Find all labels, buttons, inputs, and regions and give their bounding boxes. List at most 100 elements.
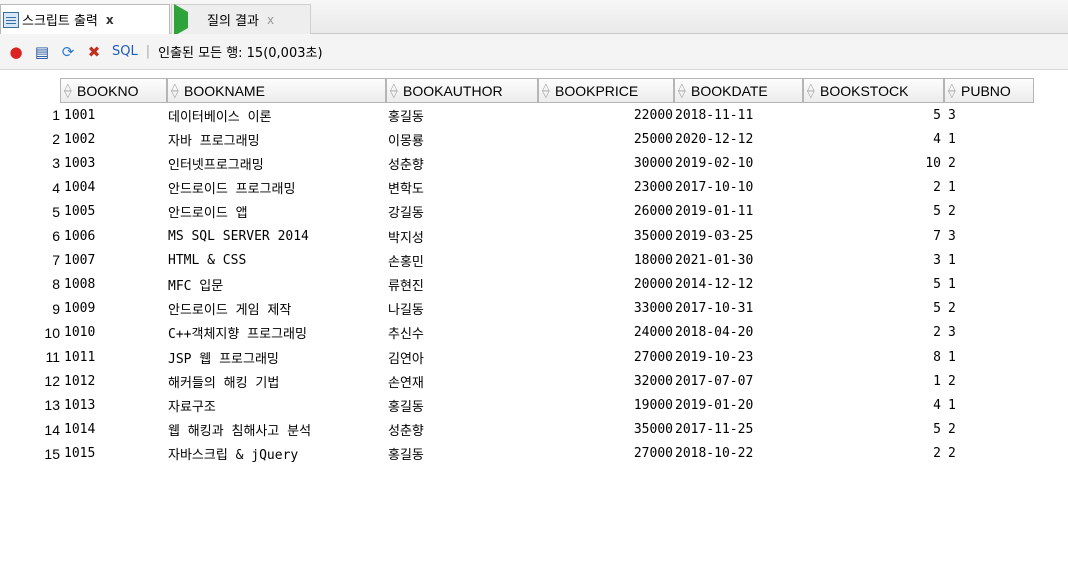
cell-bookstock[interactable]: 8 bbox=[804, 345, 941, 369]
cell-bookprice[interactable]: 27000 bbox=[540, 345, 673, 369]
cell-bookprice[interactable]: 33000 bbox=[540, 297, 673, 321]
cell-bookdate[interactable]: 2019-10-23 bbox=[675, 345, 753, 369]
cell-bookprice[interactable]: 35000 bbox=[540, 418, 673, 442]
cell-pubno[interactable]: 1 bbox=[948, 345, 956, 369]
refresh-icon[interactable]: ⟳ bbox=[58, 42, 78, 62]
cell-bookprice[interactable]: 19000 bbox=[540, 393, 673, 417]
cell-bookno[interactable]: 1007 bbox=[64, 248, 95, 272]
cell-bookno[interactable]: 1014 bbox=[64, 418, 95, 442]
table-row[interactable]: 10 1010 C++객체지향 프로그래밍 추신수 24000 2018-04-… bbox=[0, 321, 1040, 345]
print-icon[interactable]: ▤ bbox=[32, 42, 52, 62]
tab-script-output-close-icon[interactable]: x bbox=[106, 13, 114, 27]
cell-bookno[interactable]: 1001 bbox=[64, 103, 95, 127]
cell-bookname[interactable]: 안드로이드 프로그래밍 bbox=[168, 176, 295, 200]
cell-bookno[interactable]: 1012 bbox=[64, 369, 95, 393]
cell-bookno[interactable]: 1010 bbox=[64, 321, 95, 345]
tab-query-result-close-icon[interactable]: x bbox=[267, 13, 274, 27]
cell-bookauthor[interactable]: 박지성 bbox=[388, 224, 424, 248]
cell-bookstock[interactable]: 5 bbox=[804, 418, 941, 442]
cell-bookstock[interactable]: 5 bbox=[804, 200, 941, 224]
cell-bookstock[interactable]: 4 bbox=[804, 393, 941, 417]
cell-bookno[interactable]: 1009 bbox=[64, 297, 95, 321]
cell-bookstock[interactable]: 4 bbox=[804, 127, 941, 151]
cell-bookprice[interactable]: 27000 bbox=[540, 442, 673, 466]
cell-bookname[interactable]: C++객체지향 프로그래밍 bbox=[168, 321, 307, 345]
cell-bookprice[interactable]: 22000 bbox=[540, 103, 673, 127]
cell-bookstock[interactable]: 5 bbox=[804, 272, 941, 296]
cell-bookdate[interactable]: 2018-04-20 bbox=[675, 321, 753, 345]
column-header-bookno[interactable]: △ ▽ BOOKNO bbox=[60, 78, 167, 103]
cell-bookprice[interactable]: 18000 bbox=[540, 248, 673, 272]
cell-bookstock[interactable]: 5 bbox=[804, 103, 941, 127]
table-row[interactable]: 4 1004 안드로이드 프로그래밍 변학도 23000 2017-10-10 … bbox=[0, 176, 1040, 200]
pin-icon[interactable]: ● bbox=[6, 42, 26, 62]
cell-bookstock[interactable]: 1 bbox=[804, 369, 941, 393]
table-row[interactable]: 15 1015 자바스크립 & jQuery 홍길동 27000 2018-10… bbox=[0, 442, 1040, 466]
cell-pubno[interactable]: 2 bbox=[948, 297, 956, 321]
cell-bookno[interactable]: 1008 bbox=[64, 272, 95, 296]
cell-bookno[interactable]: 1002 bbox=[64, 127, 95, 151]
clear-icon[interactable]: ✖ bbox=[84, 42, 104, 62]
cell-pubno[interactable]: 3 bbox=[948, 321, 956, 345]
cell-bookstock[interactable]: 5 bbox=[804, 297, 941, 321]
cell-pubno[interactable]: 1 bbox=[948, 393, 956, 417]
sql-button[interactable]: SQL bbox=[112, 44, 138, 59]
cell-bookprice[interactable]: 23000 bbox=[540, 176, 673, 200]
cell-bookprice[interactable]: 30000 bbox=[540, 151, 673, 175]
cell-pubno[interactable]: 2 bbox=[948, 369, 956, 393]
table-row[interactable]: 5 1005 안드로이드 앱 강길동 26000 2019-01-11 5 2 bbox=[0, 200, 1040, 224]
tab-query-result[interactable]: 질의 결과 x bbox=[171, 3, 311, 36]
cell-bookstock[interactable]: 2 bbox=[804, 176, 941, 200]
cell-bookname[interactable]: 자료구조 bbox=[168, 393, 216, 417]
cell-bookstock[interactable]: 2 bbox=[804, 442, 941, 466]
cell-bookno[interactable]: 1011 bbox=[64, 345, 95, 369]
cell-bookdate[interactable]: 2014-12-12 bbox=[675, 272, 753, 296]
cell-bookno[interactable]: 1004 bbox=[64, 176, 95, 200]
table-row[interactable]: 13 1013 자료구조 홍길동 19000 2019-01-20 4 1 bbox=[0, 393, 1040, 417]
cell-bookdate[interactable]: 2017-11-25 bbox=[675, 418, 753, 442]
table-row[interactable]: 3 1003 인터넷프로그래밍 성춘향 30000 2019-02-10 10 … bbox=[0, 151, 1040, 175]
cell-bookstock[interactable]: 3 bbox=[804, 248, 941, 272]
cell-bookdate[interactable]: 2019-03-25 bbox=[675, 224, 753, 248]
cell-bookprice[interactable]: 35000 bbox=[540, 224, 673, 248]
tab-script-output[interactable]: 스크립트 출력 x bbox=[0, 4, 170, 34]
column-header-bookname[interactable]: △ ▽ BOOKNAME bbox=[167, 78, 386, 103]
table-row[interactable]: 6 1006 MS SQL SERVER 2014 박지성 35000 2019… bbox=[0, 224, 1040, 248]
cell-pubno[interactable]: 2 bbox=[948, 442, 956, 466]
cell-bookdate[interactable]: 2017-10-31 bbox=[675, 297, 753, 321]
cell-bookauthor[interactable]: 홍길동 bbox=[388, 103, 424, 127]
column-header-bookstock[interactable]: △ ▽ BOOKSTOCK bbox=[803, 78, 944, 103]
cell-bookauthor[interactable]: 강길동 bbox=[388, 200, 424, 224]
cell-bookauthor[interactable]: 성춘향 bbox=[388, 151, 424, 175]
cell-bookname[interactable]: JSP 웹 프로그래밍 bbox=[168, 345, 279, 369]
cell-bookauthor[interactable]: 이몽룡 bbox=[388, 127, 424, 151]
cell-bookno[interactable]: 1015 bbox=[64, 442, 95, 466]
cell-bookprice[interactable]: 25000 bbox=[540, 127, 673, 151]
cell-bookauthor[interactable]: 홍길동 bbox=[388, 442, 424, 466]
cell-bookdate[interactable]: 2017-07-07 bbox=[675, 369, 753, 393]
cell-bookauthor[interactable]: 손연재 bbox=[388, 369, 424, 393]
cell-bookauthor[interactable]: 변학도 bbox=[388, 176, 424, 200]
table-row[interactable]: 14 1014 웹 해킹과 침해사고 분석 성춘향 35000 2017-11-… bbox=[0, 418, 1040, 442]
table-row[interactable]: 12 1012 해커들의 해킹 기법 손연재 32000 2017-07-07 … bbox=[0, 369, 1040, 393]
cell-bookauthor[interactable]: 김연아 bbox=[388, 345, 424, 369]
cell-bookdate[interactable]: 2019-02-10 bbox=[675, 151, 753, 175]
cell-pubno[interactable]: 1 bbox=[948, 176, 956, 200]
cell-bookauthor[interactable]: 홍길동 bbox=[388, 393, 424, 417]
table-row[interactable]: 7 1007 HTML & CSS 손홍민 18000 2021-01-30 3… bbox=[0, 248, 1040, 272]
cell-pubno[interactable]: 1 bbox=[948, 127, 956, 151]
cell-bookdate[interactable]: 2019-01-11 bbox=[675, 200, 753, 224]
column-header-bookdate[interactable]: △ ▽ BOOKDATE bbox=[674, 78, 803, 103]
cell-bookname[interactable]: 자바스크립 & jQuery bbox=[168, 442, 298, 466]
table-row[interactable]: 2 1002 자바 프로그래밍 이몽룡 25000 2020-12-12 4 1 bbox=[0, 127, 1040, 151]
column-header-bookauthor[interactable]: △ ▽ BOOKAUTHOR bbox=[386, 78, 538, 103]
table-row[interactable]: 1 1001 데이터베이스 이론 홍길동 22000 2018-11-11 5 … bbox=[0, 103, 1040, 127]
cell-bookprice[interactable]: 32000 bbox=[540, 369, 673, 393]
table-row[interactable]: 11 1011 JSP 웹 프로그래밍 김연아 27000 2019-10-23… bbox=[0, 345, 1040, 369]
cell-bookname[interactable]: 안드로이드 앱 bbox=[168, 200, 248, 224]
cell-bookno[interactable]: 1013 bbox=[64, 393, 95, 417]
column-header-bookprice[interactable]: △ ▽ BOOKPRICE bbox=[538, 78, 674, 103]
cell-bookdate[interactable]: 2018-11-11 bbox=[675, 103, 753, 127]
cell-pubno[interactable]: 3 bbox=[948, 224, 956, 248]
cell-pubno[interactable]: 1 bbox=[948, 248, 956, 272]
